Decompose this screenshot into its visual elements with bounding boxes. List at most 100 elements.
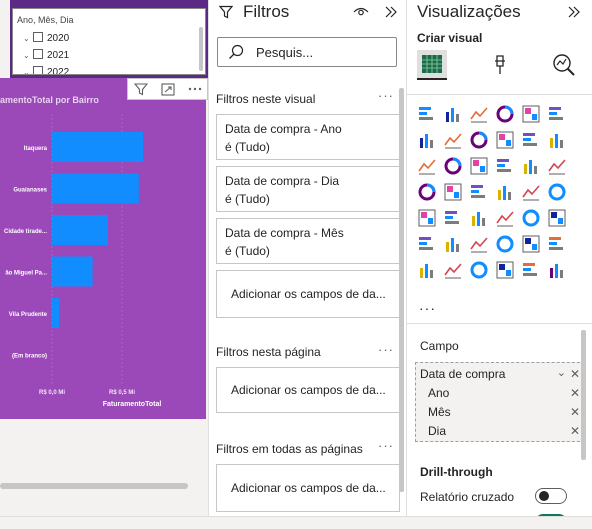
collapse-pane-icon[interactable] <box>384 5 398 19</box>
table-icon[interactable] <box>495 208 515 228</box>
tabs-divider <box>407 94 592 95</box>
add-data-fields-drop-zone[interactable]: Adicionar os campos de da... <box>216 367 400 413</box>
decomposition-tree-icon[interactable] <box>469 234 489 254</box>
category-label: Cidade tirade... <box>4 229 47 235</box>
scatter-icon[interactable] <box>469 156 489 176</box>
chevron-down-icon[interactable]: ⌄ <box>23 66 33 74</box>
narrative-icon[interactable] <box>521 234 541 254</box>
search-input[interactable] <box>256 43 386 61</box>
100-bar-icon[interactable] <box>521 104 541 124</box>
kpi-icon[interactable] <box>443 208 463 228</box>
build-visual-tab[interactable] <box>417 50 447 80</box>
filled-map-icon[interactable] <box>443 182 463 202</box>
ribbon-icon[interactable] <box>547 130 567 150</box>
stacked-column-icon[interactable] <box>469 104 489 124</box>
slicer-item-2020[interactable]: ⌄ 2020 <box>23 32 69 46</box>
filters-scrollbar[interactable] <box>399 88 404 492</box>
filter-card-dia[interactable]: Data de compra - Dia é (Tudo) <box>216 166 400 212</box>
format-visual-tab[interactable] <box>485 50 515 80</box>
slicer-scrollbar[interactable] <box>199 27 203 71</box>
canvas-horizontal-scrollbar[interactable] <box>0 483 188 489</box>
python-visual-icon[interactable] <box>417 234 437 254</box>
field-well[interactable]: Data de compra ⌄ ✕ Ano ✕ Mês ✕ Dia ✕ <box>415 362 585 442</box>
remove-field-icon[interactable]: ✕ <box>570 367 580 381</box>
power-automate-icon[interactable] <box>469 260 489 280</box>
waterfall-icon[interactable] <box>417 156 437 176</box>
more-visuals-icon[interactable]: ··· <box>419 300 436 316</box>
add-data-fields-drop-zone[interactable]: Adicionar os campos de da... <box>216 270 400 318</box>
visualizations-pane: Visualizações Criar visual ··· Campo Dat… <box>407 0 592 529</box>
add-fields-label: Adicionar os campos de da... <box>231 383 386 397</box>
slicer-icon[interactable] <box>469 208 489 228</box>
clustered-column-icon[interactable] <box>495 104 515 124</box>
stacked-bar-icon[interactable] <box>417 104 437 124</box>
add-data-fields-drop-zone[interactable]: Adicionar os campos de da... <box>216 464 400 512</box>
line-icon[interactable] <box>417 130 437 150</box>
azure-map-icon[interactable] <box>495 182 515 202</box>
filter-card-ano[interactable]: Data de compra - Ano é (Tudo) <box>216 114 400 160</box>
donut-icon[interactable] <box>521 156 541 176</box>
chevron-down-icon[interactable]: ⌄ <box>23 49 33 63</box>
add-fields-label: Adicionar os campos de da... <box>231 287 386 301</box>
filter-icon[interactable] <box>128 79 154 99</box>
matrix-icon[interactable] <box>521 208 541 228</box>
focus-mode-icon[interactable] <box>155 79 181 99</box>
gauge-icon[interactable] <box>521 182 541 202</box>
remove-field-icon[interactable]: ✕ <box>570 405 580 419</box>
analytics-tab[interactable] <box>549 50 579 80</box>
bar <box>52 132 143 162</box>
area-icon[interactable] <box>443 130 463 150</box>
card-icon[interactable] <box>547 182 567 202</box>
more-options-icon[interactable]: ··· <box>378 438 394 453</box>
chevron-down-icon[interactable]: ⌄ <box>23 32 33 46</box>
drill-through-heading: Drill-through <box>420 465 493 479</box>
chevron-down-icon[interactable]: ⌄ <box>557 366 566 379</box>
funnel-icon[interactable] <box>443 156 463 176</box>
goals-icon[interactable] <box>547 234 567 254</box>
filters-search-box[interactable] <box>217 37 397 67</box>
multirow-card-icon[interactable] <box>417 208 437 228</box>
more-options-icon[interactable] <box>182 79 208 99</box>
clustered-bar-icon[interactable] <box>443 104 463 124</box>
stacked-area-icon[interactable] <box>469 130 489 150</box>
add-fields-label: Adicionar os campos de da... <box>231 481 386 495</box>
line-clustered-icon[interactable] <box>521 130 541 150</box>
slicer-item-2021[interactable]: ⌄ 2021 <box>23 49 69 63</box>
custom-visual-2-icon[interactable] <box>521 260 541 280</box>
map-icon[interactable] <box>417 182 437 202</box>
key-influencers-icon[interactable] <box>443 234 463 254</box>
chevron-visual-icon[interactable] <box>547 260 567 280</box>
treemap-icon[interactable] <box>547 156 567 176</box>
qa-icon[interactable] <box>495 234 515 254</box>
pie-icon[interactable] <box>495 156 515 176</box>
remove-field-icon[interactable]: ✕ <box>570 424 580 438</box>
custom-visual-1-icon[interactable] <box>495 260 515 280</box>
checkbox[interactable] <box>33 49 43 59</box>
cross-report-toggle[interactable] <box>535 488 567 504</box>
bar <box>52 173 139 204</box>
line-column-icon[interactable] <box>495 130 515 150</box>
visualizations-scrollbar[interactable] <box>581 330 586 460</box>
field-level-mes: Mês <box>428 405 451 419</box>
r-visual-icon[interactable] <box>547 208 567 228</box>
more-options-icon[interactable]: ··· <box>378 342 394 357</box>
100-column-icon[interactable] <box>547 104 567 124</box>
chart-plot: Itaquera Guaianases Cidade tirade... ão Mig… <box>4 114 161 408</box>
paginated-report-icon[interactable] <box>417 260 437 280</box>
date-hierarchy-slicer[interactable]: Ano, Mês, Dia ⌄ 2020 ⌄ 2021 ⌄ 2022 <box>12 8 206 75</box>
shape-map-icon[interactable] <box>469 182 489 202</box>
toggle-knob <box>539 491 549 501</box>
slicer-item-label: 2020 <box>47 33 70 44</box>
checkbox[interactable] <box>33 32 43 42</box>
checkbox[interactable] <box>33 66 43 74</box>
filter-card-title: Data de compra - Mês <box>225 226 344 240</box>
cross-report-label: Relatório cruzado <box>420 490 515 504</box>
collapse-pane-icon[interactable] <box>567 5 581 19</box>
more-options-icon[interactable]: ··· <box>378 88 394 103</box>
slicer-item-2022[interactable]: ⌄ 2022 <box>23 66 69 74</box>
remove-field-icon[interactable]: ✕ <box>570 386 580 400</box>
eye-icon[interactable] <box>353 6 369 18</box>
filter-card-mes[interactable]: Data de compra - Mês é (Tudo) <box>216 218 400 264</box>
slicer-header: Ano, Mês, Dia <box>17 15 74 25</box>
power-apps-icon[interactable] <box>443 260 463 280</box>
